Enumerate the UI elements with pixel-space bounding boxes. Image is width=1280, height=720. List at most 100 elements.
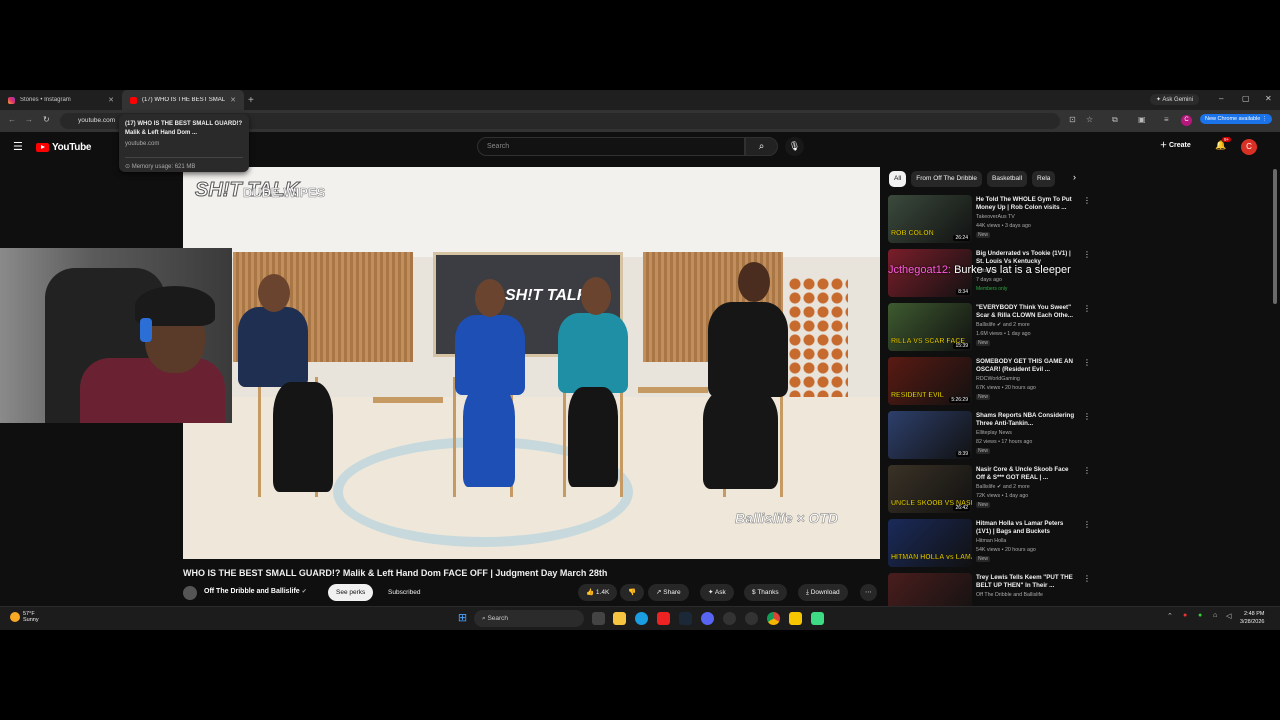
see-perks-button[interactable]: See perks	[328, 584, 374, 601]
recommendation-title[interactable]: SOMEBODY GET THIS GAME AN OSCAR! (Reside…	[976, 358, 1076, 374]
network-icon[interactable]: ⌂	[1213, 612, 1217, 619]
more-vertical-icon[interactable]: ⋮	[1083, 466, 1091, 475]
tab-instagram[interactable]: Stories • Instagram ✕	[0, 90, 122, 110]
like-button[interactable]: 👍 1.4K	[578, 584, 618, 601]
edge-icon[interactable]	[635, 612, 648, 625]
obs-icon[interactable]	[745, 612, 758, 625]
more-vertical-icon[interactable]: ⋮	[1083, 520, 1091, 529]
recommendation-title[interactable]: "EVERYBODY Think You Sweet" Scar & Rilla…	[976, 304, 1076, 320]
ask-gemini-button[interactable]: ✦ Ask Gemini	[1150, 94, 1200, 105]
recommendation-item[interactable]: RESIDENT EVIL 5:26:29 SOMEBODY GET THIS GA…	[888, 357, 1091, 407]
tab-search-icon[interactable]: ≡	[1164, 115, 1169, 124]
profile-avatar[interactable]: C	[1181, 115, 1192, 126]
video-thumbnail[interactable]: HITMAN HOLLA vs LAMAR	[888, 519, 972, 567]
update-chrome-button[interactable]: New Chrome available ⋮	[1200, 114, 1273, 124]
steam-icon[interactable]	[679, 612, 692, 625]
channel-name[interactable]: Off The Dribble and Ballislife ✔	[204, 588, 307, 595]
recommendation-title[interactable]: Hitman Holla vs Lamar Peters (1V1) | Bag…	[976, 520, 1076, 536]
recommendation-title[interactable]: Trey Lewis Tells Keem "PUT THE BELT UP T…	[976, 574, 1076, 590]
chip-all[interactable]: All	[889, 171, 907, 187]
recommendation-item[interactable]: ROB COLON 26:24 He Told The WHOLE Gym To P…	[888, 195, 1091, 245]
tray-overflow-icon[interactable]: ⌃	[1167, 612, 1173, 620]
voice-search-button[interactable]: 🎙	[785, 137, 804, 156]
volume-icon[interactable]: ◁	[1226, 612, 1231, 620]
forward-icon[interactable]: →	[25, 115, 33, 124]
video-player[interactable]: SH!T TALK SH!T TALK DUDE WIPES Ballislif…	[183, 167, 880, 559]
maximize-icon[interactable]: ▢	[1242, 94, 1250, 103]
recommendation-channel[interactable]: Ballislife ✔ and 2 more	[976, 484, 1030, 490]
video-thumbnail[interactable]: RILLA VS SCAR FACE 15:39	[888, 303, 972, 351]
recommendation-item[interactable]: 8:39 Shams Reports NBA Considering Three …	[888, 411, 1091, 461]
more-vertical-icon[interactable]: ⋮	[1083, 304, 1091, 313]
close-icon[interactable]: ✕	[230, 96, 236, 104]
search-input[interactable]: Search	[477, 137, 745, 156]
duration-badge: 8:39	[956, 451, 970, 457]
close-icon[interactable]: ✕	[108, 96, 114, 104]
install-app-icon[interactable]: ⊡	[1069, 115, 1076, 124]
chip-related[interactable]: Rela	[1032, 171, 1056, 187]
recommendation-item[interactable]: HITMAN HOLLA vs LAMAR Hitman Holla vs Lam…	[888, 519, 1091, 569]
page-scrollbar[interactable]	[1273, 169, 1277, 304]
minimize-icon[interactable]: –	[1219, 94, 1223, 103]
reload-icon[interactable]: ↻	[43, 115, 50, 124]
recommendation-channel[interactable]: Elliteplay News	[976, 430, 1012, 436]
extensions-icon[interactable]: ⧉	[1112, 115, 1118, 125]
youtube-app-icon[interactable]	[657, 612, 670, 625]
recommendation-channel[interactable]: Off The Dribble and Ballislife	[976, 592, 1043, 598]
recommendation-channel[interactable]: RDCWorldGaming	[976, 376, 1020, 382]
recommendation-title[interactable]: He Told The WHOLE Gym To Put Money Up | …	[976, 196, 1076, 212]
recommendation-title[interactable]: Nasir Core & Uncle Skoob Face Off & S***…	[976, 466, 1076, 482]
windows-start-icon[interactable]: ⊞	[456, 612, 469, 625]
more-vertical-icon[interactable]: ⋮	[1083, 250, 1091, 259]
recommendation-channel[interactable]: Hitman Holla	[976, 538, 1006, 544]
search-button[interactable]: ⌕	[745, 137, 778, 156]
weather-widget[interactable]: 57°F Sunny	[10, 611, 39, 623]
bookmark-star-icon[interactable]: ☆	[1086, 115, 1093, 124]
recommendation-title[interactable]: Shams Reports NBA Considering Three Anti…	[976, 412, 1076, 428]
sticky-notes-icon[interactable]	[789, 612, 802, 625]
more-vertical-icon[interactable]: ⋮	[1083, 574, 1091, 583]
youtube-logo[interactable]: YouTube	[36, 142, 92, 153]
dislike-button[interactable]: 👎	[620, 584, 645, 601]
thumbs-down-icon: 👎	[628, 589, 637, 596]
more-vertical-icon[interactable]: ⋮	[1083, 358, 1091, 367]
create-button[interactable]: ＋ Create	[1160, 140, 1191, 150]
more-vertical-icon[interactable]: ⋮	[1083, 412, 1091, 421]
app-icon[interactable]	[723, 612, 736, 625]
recommendation-item[interactable]: UNCLE SKOOB VS NASIR 26:42 Nasir Core & Un…	[888, 465, 1091, 515]
video-thumbnail[interactable]: UNCLE SKOOB VS NASIR 26:42	[888, 465, 972, 513]
tab-youtube[interactable]: (17) WHO IS THE BEST SMALL ✕	[122, 90, 244, 110]
tray-app-icon[interactable]: ●	[1183, 612, 1187, 619]
recommendation-channel[interactable]: TakeoverAus TV	[976, 214, 1015, 220]
task-view-icon[interactable]	[592, 612, 605, 625]
chrome-icon[interactable]	[767, 612, 780, 625]
close-window-icon[interactable]: ✕	[1265, 94, 1272, 103]
chip-from-channel[interactable]: From Off The Dribble	[911, 171, 983, 187]
share-button[interactable]: ↗ Share	[648, 584, 689, 601]
more-vertical-icon[interactable]: ⋮	[1083, 196, 1091, 205]
download-button[interactable]: ⤓ Download	[798, 584, 848, 601]
side-panel-icon[interactable]: ▣	[1138, 115, 1146, 124]
recommendation-item[interactable]: RILLA VS SCAR FACE 15:39 "EVERYBODY Think …	[888, 303, 1091, 353]
more-actions-button[interactable]: ⋯	[860, 584, 877, 601]
back-icon[interactable]: ←	[8, 115, 16, 124]
system-clock[interactable]: 2:48 PM 3/28/2026	[1240, 610, 1264, 626]
chip-basketball[interactable]: Basketball	[987, 171, 1028, 187]
subscribed-button[interactable]: Subscribed	[380, 584, 429, 601]
video-thumbnail[interactable]: RESIDENT EVIL 5:26:29	[888, 357, 972, 405]
account-avatar[interactable]: C	[1241, 139, 1257, 155]
thanks-button[interactable]: $ Thanks	[744, 584, 787, 601]
ask-button[interactable]: ✦ Ask	[700, 584, 734, 601]
video-thumbnail[interactable]: ROB COLON 26:24	[888, 195, 972, 243]
chevron-right-icon[interactable]: ›	[1073, 172, 1076, 182]
file-explorer-icon[interactable]	[613, 612, 626, 625]
recommendation-channel[interactable]: Ballislife ✔ and 2 more	[976, 322, 1030, 328]
video-thumbnail[interactable]: 8:39	[888, 411, 972, 459]
discord-icon[interactable]	[701, 612, 714, 625]
tray-app-icon[interactable]: ●	[1198, 612, 1202, 619]
taskbar-search[interactable]: ⌕ Search	[474, 610, 584, 627]
new-tab-button[interactable]: +	[248, 95, 254, 106]
channel-avatar[interactable]	[183, 586, 197, 600]
app-icon[interactable]	[811, 612, 824, 625]
menu-icon[interactable]: ☰	[13, 140, 23, 153]
